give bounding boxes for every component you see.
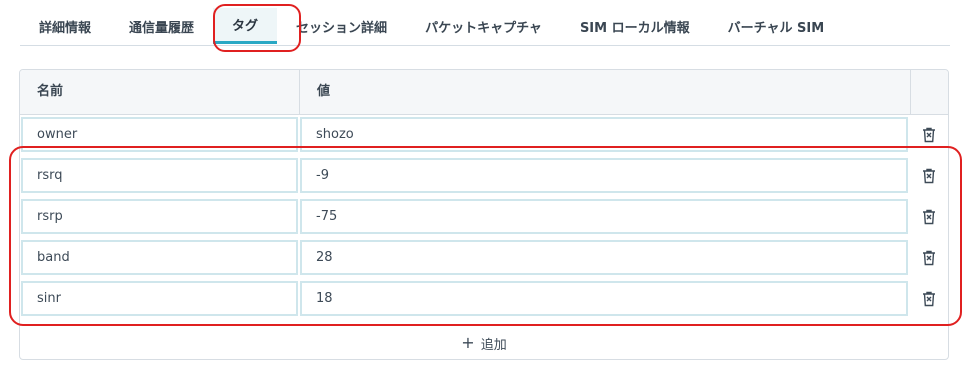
column-header-value: 値 <box>317 84 331 99</box>
trash-icon <box>923 250 935 266</box>
tag-name-input[interactable]: owner <box>21 117 298 152</box>
delete-row-button[interactable] <box>918 287 940 311</box>
trash-icon <box>923 127 935 143</box>
column-header-name: 名前 <box>37 84 64 99</box>
column-divider <box>299 70 300 114</box>
tab-sim-local-info[interactable]: SIM ローカル情報 <box>561 8 709 44</box>
trash-icon <box>923 168 935 184</box>
tag-name-input[interactable]: band <box>21 240 298 275</box>
tag-settings-page: 詳細情報 通信量履歴 タグ セッション詳細 パケットキャプチャ SIM ローカル… <box>0 0 975 378</box>
delete-row-button[interactable] <box>918 246 940 270</box>
add-tag-button[interactable]: + 追加 <box>20 324 948 361</box>
tag-value-input[interactable]: 28 <box>300 240 908 275</box>
table-row: rsrq -9 <box>20 156 948 197</box>
tag-value-input[interactable]: 18 <box>300 281 908 316</box>
tag-value-input[interactable]: shozo <box>300 117 908 152</box>
tab-bar: 詳細情報 通信量履歴 タグ セッション詳細 パケットキャプチャ SIM ローカル… <box>20 8 950 46</box>
table-row: owner shozo <box>20 115 948 156</box>
column-divider <box>910 70 911 114</box>
tag-value-input[interactable]: -9 <box>300 158 908 193</box>
tag-name-input[interactable]: rsrq <box>21 158 298 193</box>
tab-tags[interactable]: タグ <box>213 8 278 44</box>
tag-name-input[interactable]: sinr <box>21 281 298 316</box>
table-row: sinr 18 <box>20 279 948 320</box>
tag-value-input[interactable]: -75 <box>300 199 908 234</box>
table-row: rsrp -75 <box>20 197 948 238</box>
tag-name-input[interactable]: rsrp <box>21 199 298 234</box>
tab-details[interactable]: 詳細情報 <box>20 8 110 44</box>
tab-virtual-sim[interactable]: バーチャル SIM <box>709 8 844 44</box>
plus-icon: + <box>461 333 475 352</box>
trash-icon <box>923 291 935 307</box>
table-row: band 28 <box>20 238 948 279</box>
delete-row-button[interactable] <box>918 123 940 147</box>
add-tag-label: 追加 <box>480 337 507 353</box>
tags-table: 名前 値 owner shozo rsrq -9 rsrp -75 band 2… <box>19 69 949 360</box>
delete-row-button[interactable] <box>918 164 940 188</box>
trash-icon <box>923 209 935 225</box>
table-header: 名前 値 <box>20 70 948 115</box>
tab-packet-capture[interactable]: パケットキャプチャ <box>406 8 561 44</box>
tab-session-details[interactable]: セッション詳細 <box>277 8 406 44</box>
delete-row-button[interactable] <box>918 205 940 229</box>
tab-traffic-history[interactable]: 通信量履歴 <box>110 8 213 44</box>
